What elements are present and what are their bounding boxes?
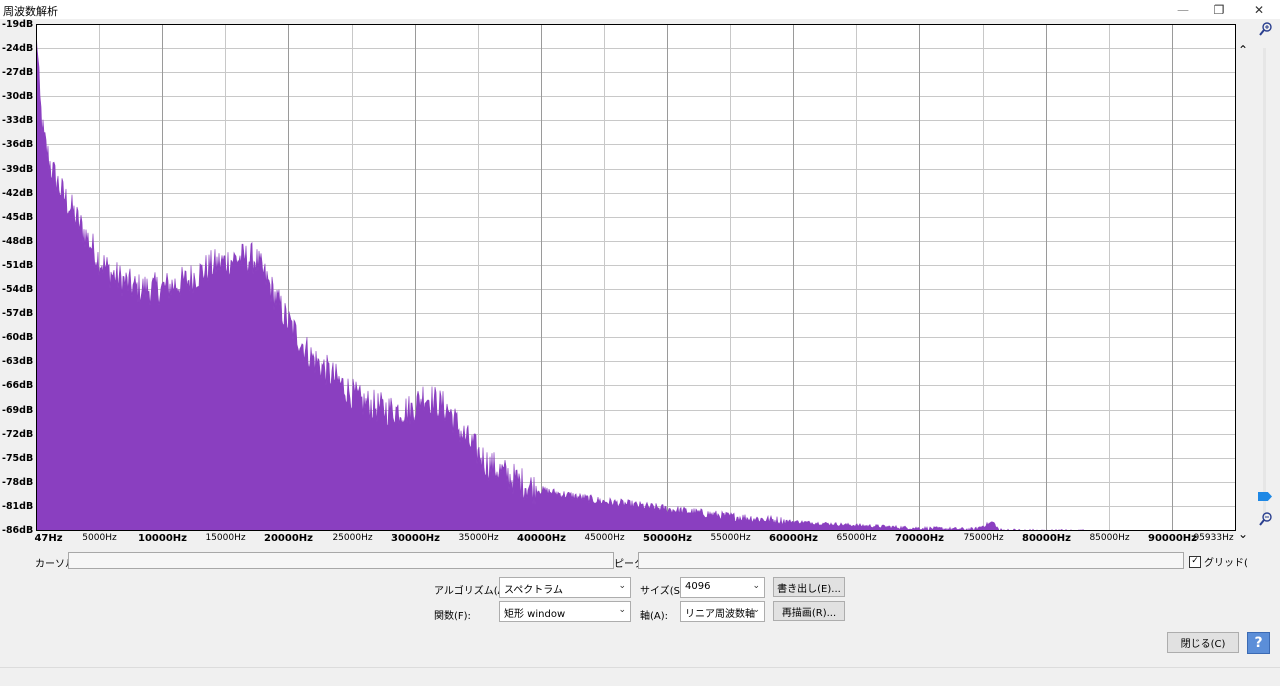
function-label: 関数(F): — [434, 611, 471, 622]
scroll-up-arrow[interactable]: ⌃ — [1238, 43, 1248, 57]
grid-checkbox-box[interactable]: ✓ — [1189, 555, 1201, 568]
restore-button[interactable]: ❐ — [1200, 0, 1238, 19]
title-bar: 周波数解析 — ❐ ✕ — [0, 0, 1280, 19]
x-tick-label: 47Hz — [34, 533, 63, 544]
vertical-zoom-bar[interactable]: ⌃ ⌄ — [1236, 41, 1250, 546]
y-tick-label: -60dB — [2, 331, 34, 343]
chevron-down-icon: ⌄ — [618, 581, 626, 591]
size-value: 4096 — [685, 581, 711, 592]
close-window-button[interactable]: ✕ — [1240, 0, 1278, 19]
restore-icon: ❐ — [1213, 2, 1225, 17]
x-tick-label: 25000Hz — [332, 533, 373, 543]
x-tick-label: 90000Hz — [1148, 533, 1197, 544]
spectrum-plot[interactable] — [36, 24, 1236, 531]
y-tick-label: -69dB — [2, 404, 34, 416]
x-tick-label: 55000Hz — [710, 533, 751, 543]
y-tick-label: -86dB — [2, 524, 34, 536]
x-tick-label: 45000Hz — [584, 533, 625, 543]
y-tick-label: -51dB — [2, 259, 34, 271]
scroll-down-arrow[interactable]: ⌄ — [1238, 527, 1248, 541]
y-tick-label: -72dB — [2, 428, 34, 440]
y-tick-label: -57dB — [2, 307, 34, 319]
x-tick-label: 20000Hz — [264, 533, 313, 544]
x-tick-label: 70000Hz — [895, 533, 944, 544]
grid-label: グリッド( — [1204, 558, 1248, 569]
cursor-readout — [68, 552, 614, 569]
y-tick-label: -42dB — [2, 187, 34, 199]
window-title: 周波数解析 — [3, 5, 58, 18]
zoom-in-icon[interactable] — [1259, 22, 1273, 36]
y-tick-label: -19dB — [2, 18, 34, 30]
function-value: 矩形 window — [504, 609, 566, 620]
minimize-button[interactable]: — — [1164, 0, 1202, 19]
grid-checkbox[interactable]: ✓ グリッド( — [1189, 554, 1248, 569]
x-tick-label: 85000Hz — [1089, 533, 1130, 543]
help-button[interactable]: ? — [1247, 632, 1270, 654]
x-tick-label: 80000Hz — [1022, 533, 1071, 544]
x-tick-label: 65000Hz — [836, 533, 877, 543]
algorithm-select[interactable]: スペクトラム ⌄ — [499, 577, 631, 598]
minimize-icon: — — [1177, 2, 1189, 17]
spectrum-plot-area: -19dB -24dB -27dB -30dB -33dB -36dB -39dB -42dB… — [0, 18, 1280, 552]
y-tick-label: -24dB — [2, 42, 34, 54]
x-tick-label: 40000Hz — [517, 533, 566, 544]
x-tick-label: 35000Hz — [458, 533, 499, 543]
y-tick-label: -36dB — [2, 138, 34, 150]
y-tick-label: -75dB — [2, 452, 34, 464]
chevron-down-icon: ⌄ — [618, 605, 626, 615]
close-icon: ✕ — [1253, 2, 1265, 17]
y-tick-label: -81dB — [2, 500, 34, 512]
x-tick-label: 30000Hz — [391, 533, 440, 544]
redraw-button[interactable]: 再描画(R)... — [773, 601, 845, 621]
y-tick-label: -45dB — [2, 211, 34, 223]
x-tick-label: 95933Hz — [1193, 533, 1234, 543]
y-tick-label: -27dB — [2, 66, 34, 78]
y-tick-label: -30dB — [2, 90, 34, 102]
y-tick-label: -48dB — [2, 235, 34, 247]
x-tick-label: 60000Hz — [769, 533, 818, 544]
size-select[interactable]: 4096 ⌄ — [680, 577, 765, 598]
chevron-down-icon: ⌄ — [752, 605, 760, 615]
x-tick-label: 15000Hz — [205, 533, 246, 543]
close-dialog-button[interactable]: 閉じる(C) — [1167, 632, 1239, 653]
y-tick-label: -39dB — [2, 163, 34, 175]
y-tick-label: -33dB — [2, 114, 34, 126]
y-tick-label: -63dB — [2, 355, 34, 367]
x-tick-label: 75000Hz — [963, 533, 1004, 543]
axis-value: リニア周波数軸 — [685, 609, 755, 620]
x-tick-label: 50000Hz — [643, 533, 692, 544]
x-tick-label: 5000Hz — [82, 533, 117, 543]
zoom-slider-track[interactable] — [1263, 48, 1266, 518]
algorithm-value: スペクトラム — [504, 585, 563, 596]
x-tick-label: 10000Hz — [138, 533, 187, 544]
y-tick-label: -78dB — [2, 476, 34, 488]
status-bar — [0, 667, 1280, 686]
zoom-slider-handle[interactable] — [1258, 492, 1272, 501]
chevron-down-icon: ⌄ — [752, 581, 760, 591]
spectrum-area — [36, 24, 1236, 531]
zoom-out-icon[interactable] — [1259, 512, 1273, 526]
function-select[interactable]: 矩形 window ⌄ — [499, 601, 631, 622]
export-button[interactable]: 書き出し(E)... — [773, 577, 845, 597]
peak-readout — [638, 552, 1184, 569]
axis-select[interactable]: リニア周波数軸 ⌄ — [680, 601, 765, 622]
y-tick-label: -54dB — [2, 283, 34, 295]
y-tick-label: -66dB — [2, 379, 34, 391]
axis-label: 軸(A): — [640, 611, 669, 622]
